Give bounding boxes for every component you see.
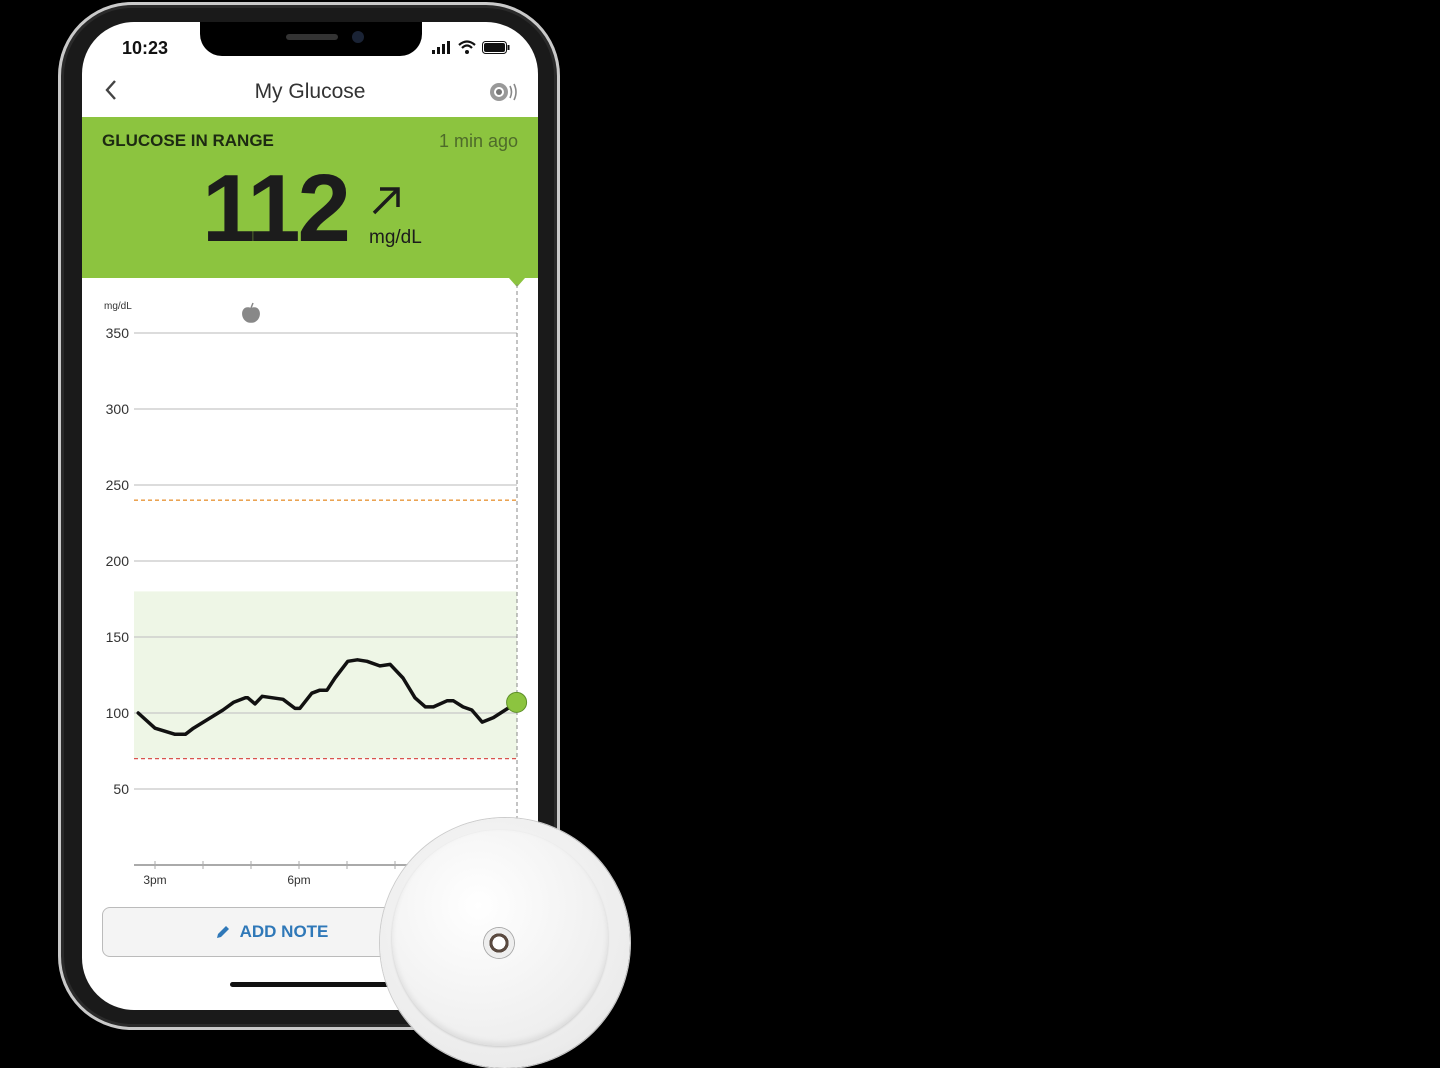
target-range-band — [134, 591, 517, 759]
x-tick-label: 3pm — [143, 873, 166, 887]
y-tick-label: 300 — [106, 401, 130, 417]
y-tick-label: 50 — [113, 781, 129, 797]
y-tick-label: 200 — [106, 553, 130, 569]
sensor-device-face — [392, 830, 608, 1046]
add-note-label: ADD NOTE — [239, 922, 329, 941]
y-axis-label: mg/dL — [104, 301, 132, 312]
pencil-icon — [216, 926, 229, 938]
sensor-device-center — [484, 928, 514, 958]
y-tick-label: 150 — [106, 629, 130, 645]
y-tick-label: 350 — [106, 325, 130, 341]
sensor-device-image — [380, 818, 630, 1068]
apple-icon — [242, 302, 260, 323]
y-tick-label: 100 — [106, 705, 130, 721]
y-tick-label: 250 — [106, 477, 130, 493]
home-indicator[interactable] — [230, 982, 390, 987]
x-tick-label: 6pm — [287, 873, 310, 887]
current-reading-point — [506, 691, 528, 713]
